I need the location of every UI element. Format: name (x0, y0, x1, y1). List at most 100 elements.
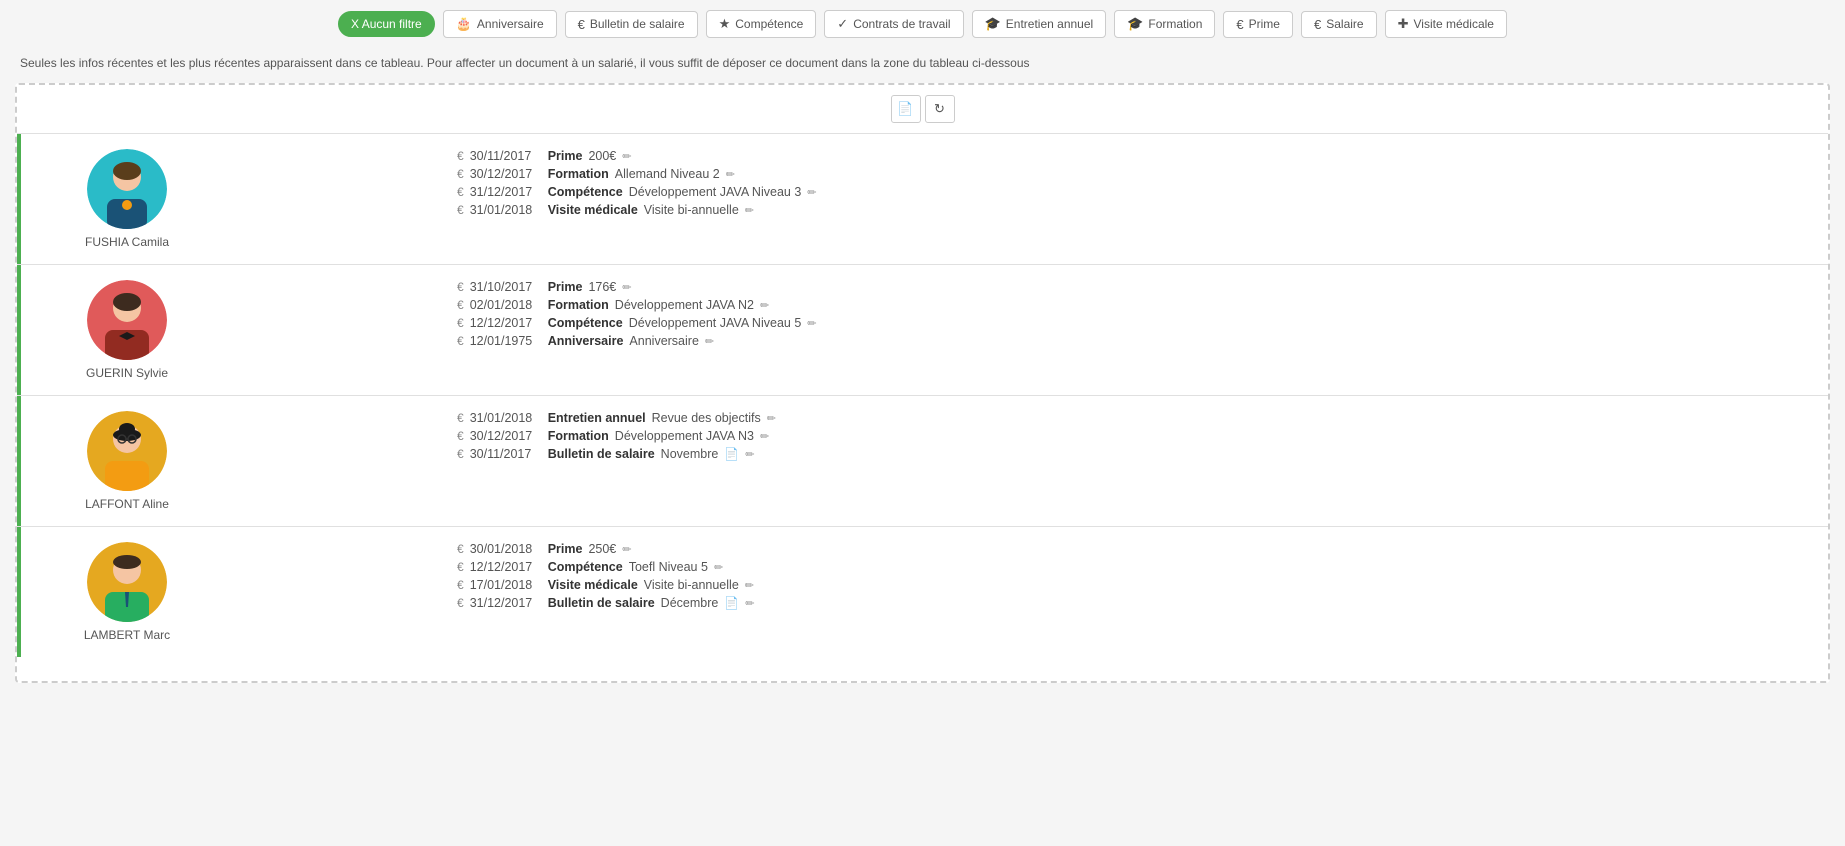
events-section-guerin-sylvie: €31/10/2017Prime 176€ ✏€02/01/2018Format… (197, 280, 1808, 348)
event-date-lambert-marc-3: 31/12/2017 (470, 596, 542, 610)
event-line-lambert-marc-2: €17/01/2018Visite médicale Visite bi-ann… (457, 578, 1808, 592)
edit-icon-fushia-camila-3[interactable]: ✏ (745, 204, 754, 217)
event-detail-laffont-aline-1: Développement JAVA N3 (615, 429, 754, 443)
contrats-travail-icon: ✓ (837, 16, 848, 32)
filter-btn-visite-medicale[interactable]: ✚ Visite médicale (1385, 10, 1507, 38)
event-icon-laffont-aline-2: € (457, 447, 464, 461)
main-container: 📄 ↻ FUSHIA Camila€30/11/2017Prime 200€ ✏… (15, 83, 1830, 683)
filter-label-salaire: Salaire (1326, 17, 1363, 31)
edit-icon-lambert-marc-3[interactable]: ✏ (745, 597, 754, 610)
event-icon-fushia-camila-1: € (457, 167, 464, 181)
anniversaire-icon: 🎂 (456, 16, 472, 32)
event-type-laffont-aline-2: Bulletin de salaire (548, 447, 655, 461)
event-date-guerin-sylvie-1: 02/01/2018 (470, 298, 542, 312)
event-line-fushia-camila-1: €30/12/2017Formation Allemand Niveau 2 ✏ (457, 167, 1808, 181)
event-detail-lambert-marc-2: Visite bi-annuelle (644, 578, 739, 592)
filter-btn-prime[interactable]: €Prime (1223, 11, 1293, 38)
event-type-fushia-camila-0: Prime (548, 149, 583, 163)
edit-icon-fushia-camila-2[interactable]: ✏ (807, 186, 816, 199)
event-line-fushia-camila-2: €31/12/2017Compétence Développement JAVA… (457, 185, 1808, 199)
entretien-annuel-icon: 🎓 (985, 16, 1001, 32)
avatar-section-laffont-aline: LAFFONT Aline (37, 411, 197, 511)
edit-icon-lambert-marc-1[interactable]: ✏ (714, 561, 723, 574)
edit-icon-lambert-marc-0[interactable]: ✏ (622, 543, 631, 556)
filter-label-contrats-travail: Contrats de travail (853, 17, 950, 31)
edit-icon-guerin-sylvie-1[interactable]: ✏ (760, 299, 769, 312)
event-type-lambert-marc-0: Prime (548, 542, 583, 556)
filter-btn-anniversaire[interactable]: 🎂 Anniversaire (443, 10, 557, 38)
export-button[interactable]: 📄 (891, 95, 921, 123)
event-detail-fushia-camila-0: 200€ (588, 149, 616, 163)
event-date-guerin-sylvie-0: 31/10/2017 (470, 280, 542, 294)
edit-icon-guerin-sylvie-0[interactable]: ✏ (622, 281, 631, 294)
employee-name-guerin-sylvie: GUERIN Sylvie (86, 366, 168, 380)
filter-btn-contrats-travail[interactable]: ✓ Contrats de travail (824, 10, 963, 38)
edit-icon-laffont-aline-0[interactable]: ✏ (767, 412, 776, 425)
filter-btn-entretien-annuel[interactable]: 🎓 Entretien annuel (972, 10, 1107, 38)
event-line-laffont-aline-2: €30/11/2017Bulletin de salaire Novembre … (457, 447, 1808, 461)
filter-btn-formation[interactable]: 🎓Formation (1114, 10, 1215, 38)
event-icon-lambert-marc-1: € (457, 560, 464, 574)
event-date-lambert-marc-0: 30/01/2018 (470, 542, 542, 556)
event-icon-lambert-marc-0: € (457, 542, 464, 556)
event-date-laffont-aline-2: 30/11/2017 (470, 447, 542, 461)
pdf-icon-laffont-aline-2[interactable]: 📄 (724, 447, 739, 461)
event-detail-guerin-sylvie-0: 176€ (588, 280, 616, 294)
filter-btn-bulletin-salaire[interactable]: € Bulletin de salaire (565, 11, 698, 38)
edit-icon-laffont-aline-2[interactable]: ✏ (745, 448, 754, 461)
event-detail-lambert-marc-3: Décembre (661, 596, 719, 610)
event-detail-fushia-camila-1: Allemand Niveau 2 (615, 167, 720, 181)
filter-label-bulletin-salaire: Bulletin de salaire (590, 17, 685, 31)
edit-icon-fushia-camila-0[interactable]: ✏ (622, 150, 631, 163)
filter-label-no-filter: X Aucun filtre (351, 17, 422, 31)
filter-label-entretien-annuel: Entretien annuel (1006, 17, 1093, 31)
event-type-guerin-sylvie-3: Anniversaire (548, 334, 624, 348)
event-line-guerin-sylvie-2: €12/12/2017Compétence Développement JAVA… (457, 316, 1808, 330)
edit-icon-laffont-aline-1[interactable]: ✏ (760, 430, 769, 443)
event-line-guerin-sylvie-1: €02/01/2018Formation Développement JAVA … (457, 298, 1808, 312)
event-type-lambert-marc-2: Visite médicale (548, 578, 638, 592)
events-section-fushia-camila: €30/11/2017Prime 200€ ✏ €30/12/2017Format… (197, 149, 1808, 217)
employee-name-laffont-aline: LAFFONT Aline (85, 497, 169, 511)
edit-icon-fushia-camila-1[interactable]: ✏ (726, 168, 735, 181)
avatar-section-fushia-camila: FUSHIA Camila (37, 149, 197, 249)
event-icon-lambert-marc-3: € (457, 596, 464, 610)
event-icon-fushia-camila-3: € (457, 203, 464, 217)
event-detail-laffont-aline-2: Novembre (661, 447, 719, 461)
event-detail-lambert-marc-0: 250€ (588, 542, 616, 556)
event-line-fushia-camila-0: €30/11/2017Prime 200€ ✏ (457, 149, 1808, 163)
bulletin-salaire-icon: € (578, 17, 585, 32)
event-icon-guerin-sylvie-1: € (457, 298, 464, 312)
event-type-laffont-aline-0: Entretien annuel (548, 411, 646, 425)
avatar-lambert-marc (87, 542, 167, 622)
filter-btn-competence[interactable]: ★Compétence (706, 10, 817, 38)
event-type-guerin-sylvie-0: Prime (548, 280, 583, 294)
event-line-fushia-camila-3: €31/01/2018Visite médicale Visite bi-ann… (457, 203, 1808, 217)
edit-icon-guerin-sylvie-3[interactable]: ✏ (705, 335, 714, 348)
filter-btn-no-filter[interactable]: X Aucun filtre (338, 11, 435, 37)
refresh-button[interactable]: ↻ (925, 95, 955, 123)
employees-container: FUSHIA Camila€30/11/2017Prime 200€ ✏€30/… (17, 133, 1828, 657)
filter-label-visite-medicale: Visite médicale (1413, 17, 1493, 31)
filter-label-anniversaire: Anniversaire (477, 17, 544, 31)
event-type-guerin-sylvie-2: Compétence (548, 316, 623, 330)
employee-row-laffont-aline: LAFFONT Aline€31/01/2018Entretien annuel… (17, 395, 1828, 526)
employee-row-lambert-marc: LAMBERT Marc€30/01/2018Prime 250€ ✏€12/1… (17, 526, 1828, 657)
event-date-lambert-marc-2: 17/01/2018 (470, 578, 542, 592)
event-type-lambert-marc-3: Bulletin de salaire (548, 596, 655, 610)
event-date-guerin-sylvie-2: 12/12/2017 (470, 316, 542, 330)
event-line-laffont-aline-1: €30/12/2017Formation Développement JAVA … (457, 429, 1808, 443)
visite-medicale-icon: ✚ (1398, 16, 1409, 32)
event-detail-guerin-sylvie-2: Développement JAVA Niveau 5 (629, 316, 802, 330)
event-icon-fushia-camila-0: € (457, 149, 464, 163)
employee-row-guerin-sylvie: GUERIN Sylvie€31/10/2017Prime 176€ ✏€02/… (17, 264, 1828, 395)
table-toolbar: 📄 ↻ (17, 85, 1828, 133)
event-line-lambert-marc-3: €31/12/2017Bulletin de salaire Décembre … (457, 596, 1808, 610)
formation-icon: 🎓 (1127, 16, 1143, 32)
filter-btn-salaire[interactable]: €Salaire (1301, 11, 1377, 38)
event-detail-guerin-sylvie-1: Développement JAVA N2 (615, 298, 754, 312)
edit-icon-lambert-marc-2[interactable]: ✏ (745, 579, 754, 592)
pdf-icon-lambert-marc-3[interactable]: 📄 (724, 596, 739, 610)
edit-icon-guerin-sylvie-2[interactable]: ✏ (807, 317, 816, 330)
events-section-lambert-marc: €30/01/2018Prime 250€ ✏€12/12/2017Compét… (197, 542, 1808, 610)
